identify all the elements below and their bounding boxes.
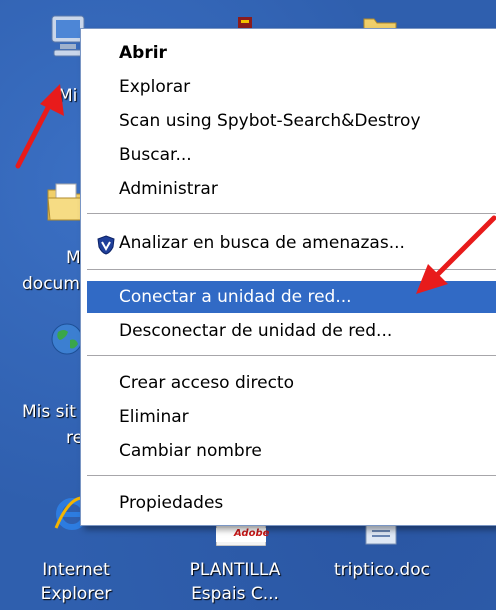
menu-item-abrir[interactable]: Abrir (87, 37, 496, 69)
plantilla-label-1: PLANTILLA (189, 560, 281, 580)
network-places-label-1: Mis sit (22, 402, 76, 422)
menu-separator (87, 475, 496, 476)
menu-item-propiedades[interactable]: Propiedades (87, 487, 496, 519)
internet-explorer-label-1: Internet (42, 560, 110, 580)
menu-item-cambiar-nombre[interactable]: Cambiar nombre (87, 435, 496, 467)
menu-separator (87, 355, 496, 356)
menu-item-desconectar-unidad-red[interactable]: Desconectar de unidad de red... (87, 315, 496, 347)
internet-explorer-label-2: Explorer (40, 584, 112, 604)
menu-item-buscar[interactable]: Buscar... (87, 139, 496, 171)
folder-icon-top (362, 14, 398, 30)
network-places-globe-icon[interactable] (50, 322, 84, 356)
adobe-badge: Adobe (234, 528, 270, 539)
menu-item-crear-acceso-directo[interactable]: Crear acceso directo (87, 367, 496, 399)
word-document-icon[interactable] (364, 523, 398, 546)
menu-item-administrar[interactable]: Administrar (87, 173, 496, 205)
my-documents-label-2: docum (22, 274, 80, 294)
annotation-arrow-icon (15, 84, 64, 169)
antivirus-shield-icon (97, 235, 115, 255)
triptico-label: triptico.doc (334, 560, 430, 580)
my-documents-label-1: M (66, 248, 81, 268)
menu-item-eliminar[interactable]: Eliminar (87, 401, 496, 433)
menu-item-spybot-scan[interactable]: Scan using Spybot-Search&Destroy (87, 105, 496, 137)
plantilla-label-2: Espais C... (191, 584, 279, 604)
pdf-document-icon-top (236, 14, 254, 29)
menu-item-analizar-label: Analizar en busca de amenazas... (119, 233, 405, 253)
menu-item-explorar[interactable]: Explorar (87, 71, 496, 103)
annotation-arrow-icon (416, 215, 496, 294)
